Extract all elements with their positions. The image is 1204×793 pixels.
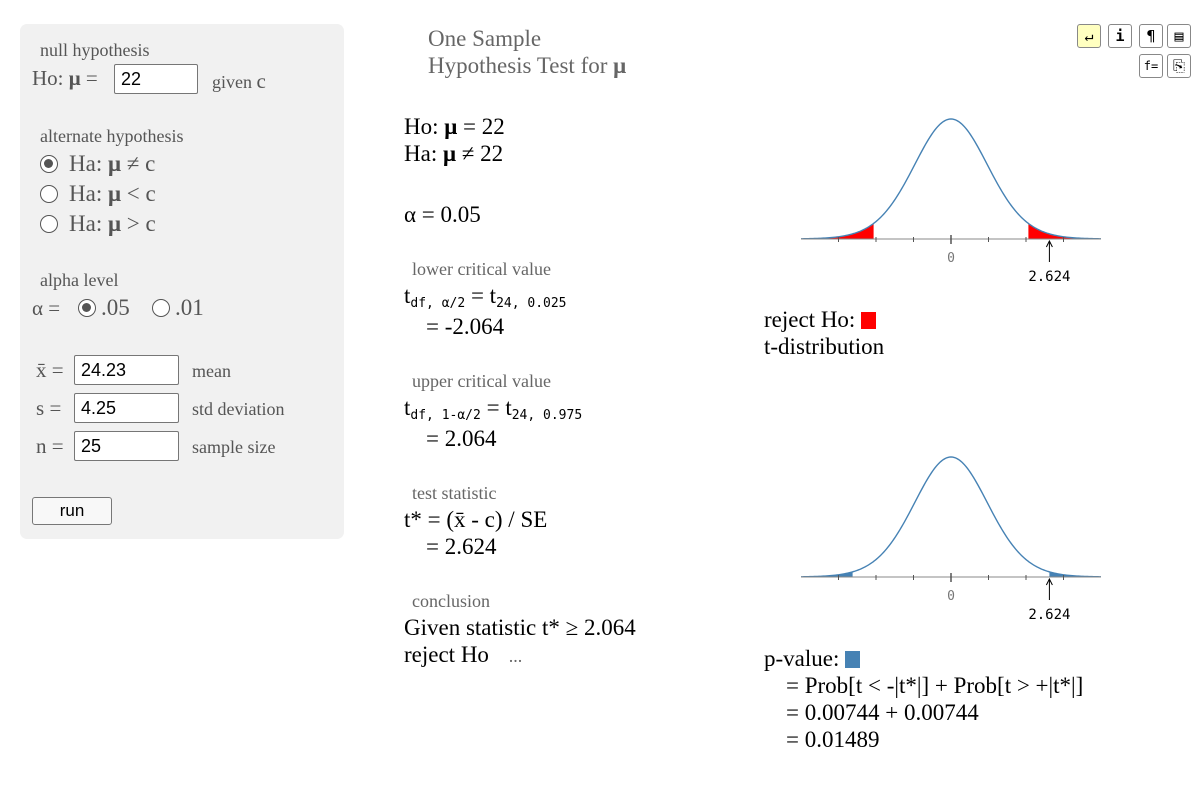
alt-not-equal-label: Ha: μ ≠ c xyxy=(69,151,156,176)
mean-input[interactable] xyxy=(74,355,179,385)
sample-size-label: sample size xyxy=(192,437,276,457)
p-value-formula: = Prob[t < -|t*|] + Prob[t > +|t*|] xyxy=(786,673,1084,698)
given-c-label: given c xyxy=(212,69,266,93)
alt-less-radio[interactable] xyxy=(40,185,58,203)
test-statistic-value: = 2.624 xyxy=(426,534,497,559)
std-dev-label: std deviation xyxy=(192,399,285,419)
lower-critical-formula: tdf, α/2 = t24, 0.025 xyxy=(404,283,567,311)
s-label: s = xyxy=(36,396,62,420)
alpha-05-radio[interactable] xyxy=(78,299,96,317)
alpha-level-label: alpha level xyxy=(40,270,119,290)
p-value-swatch xyxy=(845,651,861,668)
upper-critical-header: upper critical value xyxy=(412,371,551,391)
pval-density-curve xyxy=(800,456,1102,578)
conclusion-line1: Given statistic t* ≥ 2.064 xyxy=(404,615,636,640)
alpha-01-radio[interactable] xyxy=(152,299,170,317)
ho-label: Ho: μ = xyxy=(32,66,98,90)
xbar-label: x̄ = xyxy=(36,358,64,382)
reject-legend: reject Ho: xyxy=(764,307,877,333)
sample-size-input[interactable] xyxy=(74,431,179,461)
p-value-plot: 0 2.624 xyxy=(800,456,1102,623)
p-value-terms: = 0.00744 + 0.00744 xyxy=(786,700,979,725)
upper-critical-formula: tdf, 1-α/2 = t24, 0.975 xyxy=(404,395,583,423)
test-statistic-header: test statistic xyxy=(412,483,497,503)
alpha-01-label: .01 xyxy=(175,295,204,320)
alpha-statement: α = 0.05 xyxy=(404,202,481,227)
more-link[interactable]: ... xyxy=(509,646,523,666)
notebook-icon[interactable]: ▤ xyxy=(1167,24,1191,48)
lower-critical-header: lower critical value xyxy=(412,259,551,279)
reject-zero-label: 0 xyxy=(947,251,955,266)
alt-greater-label: Ha: μ > c xyxy=(69,211,156,236)
code-icon[interactable]: ¶ xyxy=(1139,24,1163,48)
info-icon[interactable]: i xyxy=(1108,24,1132,48)
ho-statement: Ho: μ = 22 xyxy=(404,114,505,139)
upper-critical-value: = 2.064 xyxy=(426,426,497,451)
return-icon[interactable]: ↵ xyxy=(1077,24,1101,48)
conclusion-line2: reject Ho ... xyxy=(404,642,523,667)
rejection-region-plot: 0 2.624 xyxy=(800,118,1102,285)
p-value-result: = 0.01489 xyxy=(786,727,880,752)
null-hypothesis-label: null hypothesis xyxy=(40,40,150,60)
ha-statement: Ha: μ ≠ 22 xyxy=(404,141,504,166)
mean-label: mean xyxy=(192,361,231,381)
null-value-input[interactable] xyxy=(114,64,198,94)
distribution-label: t-distribution xyxy=(764,334,885,359)
alt-less-label: Ha: μ < c xyxy=(69,181,156,206)
clip-icon[interactable]: ⎘ xyxy=(1167,54,1191,78)
input-panel: null hypothesis Ho: μ = given c alternat… xyxy=(20,24,344,539)
formula-icon[interactable]: f= xyxy=(1139,54,1163,78)
reject-stat-label: 2.624 xyxy=(1028,269,1070,285)
reject-swatch xyxy=(861,312,877,329)
alpha-05-label: .05 xyxy=(101,295,130,320)
page-title: One Sample Hypothesis Test for μ xyxy=(428,26,627,78)
pval-stat-label: 2.624 xyxy=(1028,607,1070,623)
alpha-prefix: α = xyxy=(32,296,61,320)
test-statistic-formula: t* = (x̄ - c) / SE xyxy=(404,507,548,532)
lower-critical-value: = -2.064 xyxy=(426,314,505,339)
alt-greater-radio[interactable] xyxy=(40,215,58,233)
alt-not-equal-radio[interactable] xyxy=(40,155,58,173)
std-dev-input[interactable] xyxy=(74,393,179,423)
conclusion-header: conclusion xyxy=(412,591,490,611)
n-label: n = xyxy=(36,434,64,458)
pval-zero-label: 0 xyxy=(947,589,955,604)
reject-density-curve xyxy=(800,118,1102,240)
p-value-legend: p-value: xyxy=(764,646,861,672)
alternate-hypothesis-label: alternate hypothesis xyxy=(40,126,184,146)
run-button[interactable]: run xyxy=(32,497,112,525)
